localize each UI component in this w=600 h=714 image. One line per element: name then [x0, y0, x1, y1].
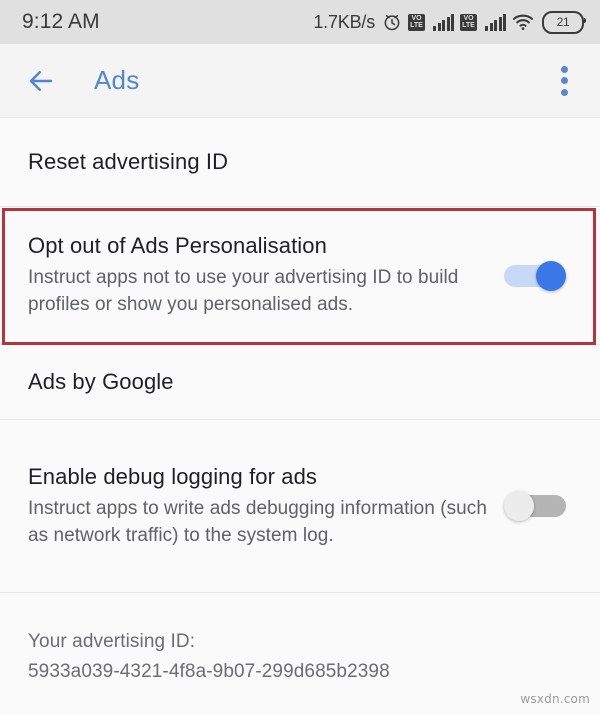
toggle-thumb: [504, 491, 534, 521]
setting-row-enable-debug-logging[interactable]: Enable debug logging for ads Instruct ap…: [0, 420, 600, 592]
wifi-icon: [512, 13, 534, 31]
network-speed-text: 1.7KB/s: [313, 11, 375, 32]
app-bar: Ads: [0, 44, 600, 118]
status-icons: 1.7KB/s VO LTE VO LTE 21: [313, 10, 586, 34]
back-arrow-icon[interactable]: [26, 66, 56, 96]
sim1-signal-icon: [433, 13, 454, 31]
setting-subtitle: Instruct apps to write ads debugging inf…: [28, 497, 487, 546]
setting-row-opt-out-ads-personalisation[interactable]: Opt out of Ads Personalisation Instruct …: [0, 207, 600, 344]
battery-level-text: 21: [556, 15, 570, 29]
sim2-volte-icon: VO LTE: [460, 13, 477, 31]
settings-list: Reset advertising ID Opt out of Ads Pers…: [0, 118, 600, 693]
opt-out-ads-personalisation-toggle[interactable]: [504, 260, 566, 291]
enable-debug-logging-toggle[interactable]: [504, 491, 566, 521]
overflow-menu-icon[interactable]: [550, 64, 578, 98]
advertising-id-label: Your advertising ID:: [28, 631, 196, 652]
status-bar: 9:12 AM 1.7KB/s VO LTE VO LTE 21: [0, 0, 600, 44]
advertising-id-value: 5933a039-4321-4f8a-9b07-299d685b2398: [28, 661, 390, 682]
advertising-id-section: Your advertising ID: 5933a039-4321-4f8a-…: [0, 593, 600, 693]
watermark: wsxdn.com: [520, 692, 590, 706]
toggle-thumb: [536, 260, 566, 291]
setting-title: Ads by Google: [28, 369, 174, 394]
alarm-clock-icon: [382, 12, 402, 32]
status-clock: 9:12 AM: [22, 10, 100, 33]
setting-subtitle: Instruct apps not to use your advertisin…: [28, 267, 459, 315]
setting-title: Enable debug logging for ads: [28, 463, 318, 489]
setting-row-ads-by-google[interactable]: Ads by Google: [0, 345, 600, 419]
battery-icon: 21: [542, 10, 586, 34]
setting-title: Reset advertising ID: [28, 149, 229, 174]
setting-title: Opt out of Ads Personalisation: [28, 233, 327, 258]
phone-screen: 9:12 AM 1.7KB/s VO LTE VO LTE 21 Ads Res…: [0, 0, 600, 714]
setting-row-reset-advertising-id[interactable]: Reset advertising ID: [0, 118, 600, 206]
sim1-volte-icon: VO LTE: [408, 13, 425, 31]
sim2-signal-icon: [485, 13, 506, 31]
page-title: Ads: [94, 65, 140, 95]
